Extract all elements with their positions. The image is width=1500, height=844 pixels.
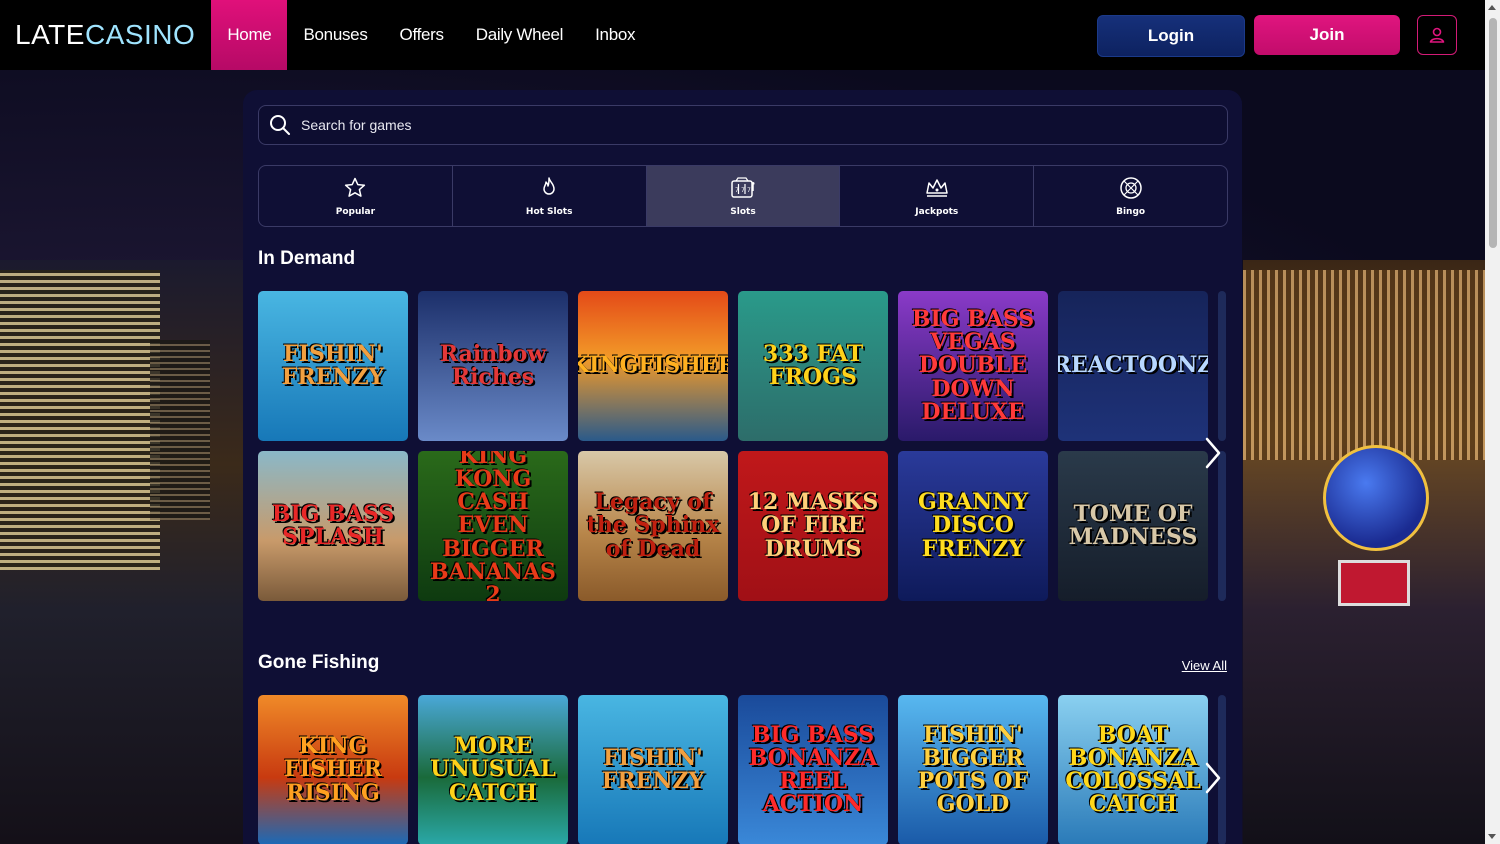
game-title: FISHIN' FRENZY (281, 340, 385, 390)
game-tile[interactable]: 333 FAT FROGS (738, 291, 888, 441)
tab-popular[interactable]: Popular (259, 166, 453, 226)
tab-label: Bingo (1116, 206, 1146, 217)
game-title: FISHIN' FRENZY (601, 744, 705, 794)
game-tile[interactable]: BIG BASS BONANZA REEL ACTION (738, 695, 888, 844)
nav-daily-wheel[interactable]: Daily Wheel (460, 0, 579, 70)
brand-logo[interactable]: LATECASINO (15, 19, 195, 51)
search-bar[interactable] (258, 105, 1228, 145)
background-sign (1338, 560, 1410, 606)
game-tile-partial[interactable] (1218, 291, 1226, 441)
game-title: BIG BASS VEGAS DOUBLE DOWN DELUXE (911, 306, 1035, 425)
nav-offers[interactable]: Offers (384, 0, 460, 70)
scroll-up-arrow[interactable] (1488, 5, 1496, 10)
search-input[interactable] (299, 116, 1203, 134)
tab-label: Slots (730, 206, 756, 217)
game-title: 333 FAT FROGS (762, 340, 864, 390)
game-title: BIG BASS SPLASH (271, 500, 395, 550)
category-tabs: Popular Hot Slots 7 7 7 Slots Jackpots Bingo (258, 165, 1228, 227)
game-tile[interactable]: FISHIN' FRENZY (578, 695, 728, 844)
svg-text:7: 7 (735, 187, 739, 194)
tab-jackpots[interactable]: Jackpots (840, 166, 1035, 226)
game-tile[interactable]: FISHIN' FRENZY (258, 291, 408, 441)
nav-bonuses[interactable]: Bonuses (287, 0, 383, 70)
background-right-city (1243, 260, 1485, 844)
game-tile[interactable]: BIG BASS SPLASH (258, 451, 408, 601)
game-tile[interactable]: GRANNY DISCO FRENZY (898, 451, 1048, 601)
game-title: KING FISHER RISING (284, 733, 382, 806)
section-title: Gone Fishing (258, 652, 380, 673)
background-balloon (1323, 445, 1429, 551)
crown-icon (924, 176, 950, 204)
game-title: MORE UNUSUAL CATCH (430, 733, 556, 806)
game-title: GRANNY DISCO FRENZY (917, 489, 1029, 562)
brand-logo-part2: CASINO (84, 19, 196, 50)
brand-logo-part1: LATE (15, 19, 85, 50)
background-left-city (0, 260, 243, 844)
tab-label: Hot Slots (525, 206, 573, 217)
section-title: In Demand (258, 248, 356, 269)
game-tile[interactable]: BOAT BONANZA COLOSSAL CATCH (1058, 695, 1208, 844)
view-all-link[interactable]: View All (1182, 658, 1227, 673)
scrollbar-thumb[interactable] (1489, 18, 1497, 248)
game-title: BIG BASS BONANZA REEL ACTION (748, 721, 878, 818)
star-icon (343, 176, 367, 204)
game-title: 12 MASKS OF FIRE DRUMS (747, 489, 879, 562)
game-tile[interactable]: 12 MASKS OF FIRE DRUMS (738, 451, 888, 601)
background-hotel (1243, 270, 1485, 460)
user-icon (1429, 27, 1445, 43)
game-tile[interactable]: TOME OF MADNESS (1058, 451, 1208, 601)
slot-machine-icon: 777 (730, 176, 756, 204)
nav-home[interactable]: Home (211, 0, 288, 70)
svg-text:7: 7 (747, 187, 751, 194)
game-title: REACTOONZ (1058, 352, 1208, 379)
tab-label: Jackpots (915, 206, 959, 217)
tab-label: Popular (335, 206, 376, 217)
search-icon (270, 115, 290, 135)
game-tile[interactable]: Legacy of the Sphinx of Dead (578, 451, 728, 601)
account-button[interactable] (1417, 15, 1457, 55)
game-title: FISHIN' BIGGER POTS OF GOLD (917, 721, 1029, 818)
game-tile[interactable]: KINGFISHER (578, 291, 728, 441)
chevron-right-icon (1205, 762, 1221, 794)
game-tile-partial[interactable] (1218, 451, 1226, 601)
game-grid: FISHIN' FRENZY Rainbow Riches KINGFISHER 33… (258, 291, 1228, 601)
tab-bingo[interactable]: Bingo (1034, 166, 1227, 226)
game-tile[interactable]: REACTOONZ (1058, 291, 1208, 441)
game-tile[interactable]: KING KONG CASH EVEN BIGGER BANANAS 2 (418, 451, 568, 601)
top-bar: LATECASINO Home Bonuses Offers Daily Wheel I… (0, 0, 1485, 70)
bingo-ball-icon (1119, 176, 1143, 204)
game-title: TOME OF MADNESS (1068, 500, 1198, 550)
svg-text:7: 7 (741, 187, 745, 194)
game-title: KING KONG CASH EVEN BIGGER BANANAS 2 (430, 451, 556, 601)
join-button[interactable]: Join (1254, 15, 1400, 55)
top-actions: Login Join (1097, 15, 1457, 57)
background-building (150, 340, 210, 520)
game-title: BOAT BONANZA COLOSSAL CATCH (1065, 721, 1201, 818)
game-title: KINGFISHER (578, 352, 728, 379)
scroll-down-arrow[interactable] (1488, 834, 1496, 839)
carousel-next-arrow[interactable] (1201, 436, 1225, 470)
game-tile[interactable]: BIG BASS VEGAS DOUBLE DOWN DELUXE (898, 291, 1048, 441)
game-tile[interactable]: MORE UNUSUAL CATCH (418, 695, 568, 844)
tab-hot-slots[interactable]: Hot Slots (453, 166, 647, 226)
flame-icon (537, 176, 561, 204)
background-hotel-tower (0, 270, 160, 570)
carousel-next-arrow[interactable] (1201, 761, 1225, 795)
game-tile[interactable]: FISHIN' BIGGER POTS OF GOLD (898, 695, 1048, 844)
main-nav: Home Bonuses Offers Daily Wheel Inbox (211, 0, 651, 70)
game-grid: KING FISHER RISING MORE UNUSUAL CATCH FISH… (258, 695, 1228, 844)
login-button[interactable]: Login (1097, 15, 1245, 57)
game-tile[interactable]: Rainbow Riches (418, 291, 568, 441)
games-panel: PopularHot Slots777SlotsJackpotsBingo In… (243, 90, 1242, 844)
game-tile[interactable]: KING FISHER RISING (258, 695, 408, 844)
game-title: Rainbow Riches (439, 340, 547, 390)
tab-slots[interactable]: 7 7 7 Slots (646, 166, 841, 226)
game-title: Legacy of the Sphinx of Dead (586, 489, 720, 562)
page-scrollbar[interactable] (1485, 0, 1500, 844)
nav-inbox[interactable]: Inbox (579, 0, 651, 70)
chevron-right-icon (1205, 437, 1221, 469)
